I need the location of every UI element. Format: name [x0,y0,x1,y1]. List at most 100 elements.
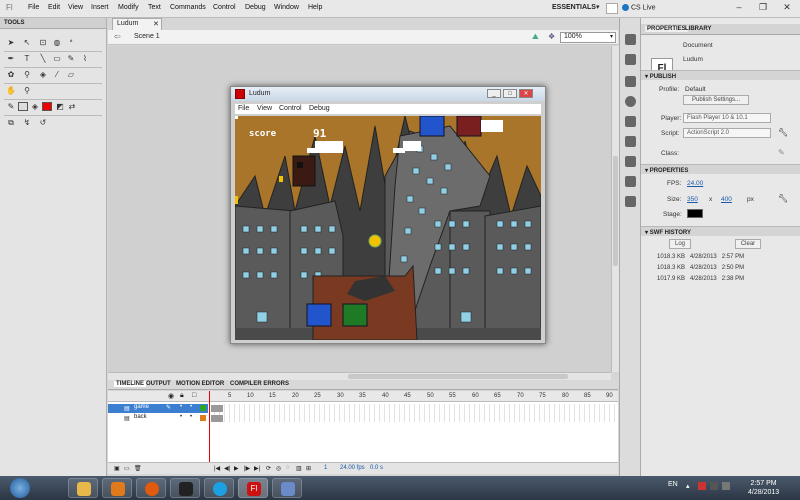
onion-skin-icon[interactable]: ◎ [276,465,281,472]
scene-label[interactable]: Scene 1 [134,33,160,40]
last-frame-icon[interactable]: ▶| [254,465,260,472]
close-button[interactable]: ✕ [776,1,798,14]
swap-colors-icon[interactable]: ⇄ [67,102,77,112]
fill-color-icon[interactable]: ◈ [30,102,40,112]
snap-to-objects-icon[interactable]: ⧉ [6,118,16,128]
transform-panel-icon[interactable] [625,156,636,167]
taskbar-skype[interactable] [204,478,234,498]
edit-scene-icon[interactable]: ⛰ [532,32,539,42]
vertical-scrollbar[interactable] [611,46,619,372]
pencil-icon[interactable]: ✎ [778,148,785,157]
game-canvas[interactable]: score 91 [235,116,541,340]
eraser-tool-icon[interactable]: ▱ [66,70,76,80]
menu-view[interactable]: View [68,4,83,11]
minimize-button[interactable]: – [728,1,750,14]
maximize-button[interactable]: □ [503,89,517,98]
playhead[interactable] [209,391,210,467]
horizontal-scrollbar[interactable] [108,372,611,380]
swf-menu-view[interactable]: View [257,105,272,112]
onion-markers-icon[interactable]: ⊞ [306,465,311,472]
publish-settings-button[interactable]: Publish Settings... [683,95,749,105]
hand-tool-icon[interactable]: ✋ [6,86,16,96]
black-white-icon[interactable]: ◩ [55,102,65,112]
wrench-icon[interactable]: 🔧︎ [778,194,788,203]
network-icon[interactable] [710,482,718,490]
close-tab-icon[interactable]: ✕ [153,20,159,28]
swf-history-header[interactable]: ▾ SWF HISTORY [641,226,800,236]
layer-row-game[interactable]: ▤ game ✎ • • [108,404,208,413]
lasso-tool-icon[interactable]: ᐤ [66,38,76,48]
taskbar-explorer[interactable] [68,478,98,498]
swf-menu-control[interactable]: Control [279,105,302,112]
new-folder-icon[interactable]: ▭ [124,465,130,472]
wrench-icon[interactable]: 🔧︎ [778,128,788,137]
taskbar-steam[interactable] [170,478,200,498]
tab-output[interactable]: OUTPUT [146,381,171,387]
brush-tool-icon[interactable]: ⌇ [80,54,90,64]
library-panel-icon[interactable] [625,54,636,65]
workspace-switcher[interactable]: ESSENTIALS [552,4,596,11]
stroke-color-swatch[interactable] [18,102,28,111]
swatches-panel-icon[interactable] [625,116,636,127]
scroll-thumb[interactable] [613,156,618,266]
tab-library[interactable]: LIBRARY [685,26,711,32]
start-button[interactable] [10,478,30,498]
rectangle-tool-icon[interactable]: ▭ [52,54,62,64]
3d-rotation-tool-icon[interactable]: ◍ [52,38,62,48]
fill-color-swatch[interactable] [42,102,52,111]
align-panel-icon[interactable] [625,76,636,87]
step-back-icon[interactable]: ◀| [224,465,230,472]
keyframe[interactable] [211,405,223,412]
clear-button[interactable]: Clear [735,239,761,249]
stroke-color-icon[interactable]: ✎ [6,102,16,112]
zoom-select[interactable]: 100% ▾ [560,32,616,43]
menu-text[interactable]: Text [148,4,161,11]
subselection-tool-icon[interactable]: ↖ [22,38,32,48]
layer-color-icon[interactable] [200,415,206,421]
menu-modify[interactable]: Modify [118,4,139,11]
bone-tool-icon[interactable]: ⚲ [22,70,32,80]
tray-arrow-icon[interactable]: ▴ [686,482,690,490]
line-tool-icon[interactable]: ╲ [38,54,48,64]
volume-icon[interactable] [722,482,730,490]
motion-presets-icon[interactable] [625,196,636,207]
lock-icon[interactable]: 🔒︎ [180,392,184,400]
smooth-icon[interactable]: ↯ [22,118,32,128]
free-transform-tool-icon[interactable]: ⊡ [38,38,48,48]
tab-compiler-errors[interactable]: COMPILER ERRORS [230,381,289,387]
player-select[interactable]: Flash Player 10 & 10.1 [683,113,771,123]
taskbar-firefox[interactable] [136,478,166,498]
edit-multiple-icon[interactable]: ▥ [296,465,302,472]
straighten-icon[interactable]: ↺ [38,118,48,128]
outline-icon[interactable]: □ [192,392,196,399]
eye-icon[interactable]: ◉ [168,392,174,400]
properties-section-header[interactable]: ▾ PROPERTIES [641,164,800,174]
play-icon[interactable]: ▶ [234,465,239,472]
script-select[interactable]: ActionScript 2.0 [683,128,771,138]
delete-layer-icon[interactable]: 🗑︎ [134,465,142,472]
step-forward-icon[interactable]: |▶ [244,465,250,472]
loop-icon[interactable]: ⟳ [266,465,271,472]
layer-color-icon[interactable] [200,405,206,411]
selection-tool-icon[interactable]: ➤ [6,38,16,48]
edit-symbol-icon[interactable]: ❖ [548,32,555,41]
properties-panel-icon[interactable] [625,34,636,45]
tab-properties[interactable]: PROPERTIES [645,26,688,32]
tab-motion-editor[interactable]: MOTION EDITOR [176,381,224,387]
menu-edit[interactable]: Edit [48,4,60,11]
fps-value[interactable]: 24.00 [687,180,703,187]
paint-bucket-tool-icon[interactable]: ◈ [38,70,48,80]
onion-outline-icon[interactable]: ◌ [286,465,290,471]
menu-commands[interactable]: Commands [170,4,206,11]
tray-app-icon[interactable] [698,482,706,490]
text-tool-icon[interactable]: T [22,54,32,64]
document-tab[interactable]: Ludum ✕ [112,18,162,30]
zoom-tool-icon[interactable]: ⚲ [22,86,32,96]
frame-rate[interactable]: 24.00 fps [340,465,365,471]
width-value[interactable]: 350 [687,196,698,203]
deco-tool-icon[interactable]: ✿ [6,70,16,80]
new-layer-icon[interactable]: ▣ [114,465,120,472]
menu-file[interactable]: File [28,4,39,11]
menu-debug[interactable]: Debug [245,4,266,11]
restore-button[interactable]: ❐ [752,1,774,14]
